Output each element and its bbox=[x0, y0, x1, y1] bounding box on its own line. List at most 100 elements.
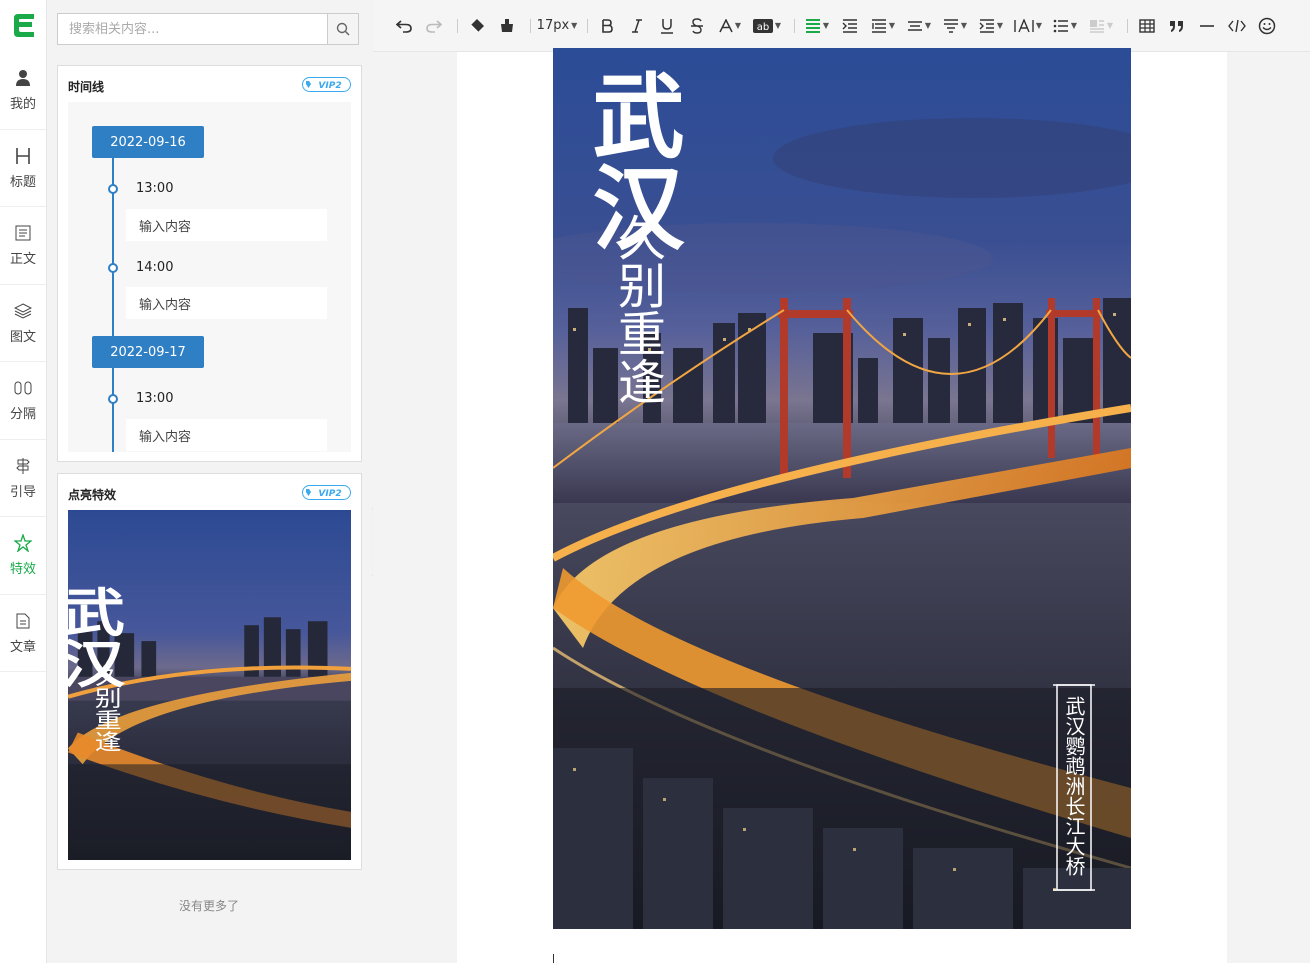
format-painter-button[interactable] bbox=[494, 13, 520, 39]
letter-spacing-icon bbox=[1014, 18, 1034, 32]
text-block-icon bbox=[13, 223, 33, 243]
eraser-icon bbox=[470, 18, 484, 32]
content-box: 输入内容 bbox=[126, 287, 327, 319]
float-image-button[interactable]: ▼ bbox=[1085, 13, 1117, 39]
nav-label: 分隔 bbox=[9, 407, 36, 423]
bold-icon bbox=[602, 18, 613, 33]
caret-down-icon: ▼ bbox=[1070, 21, 1078, 30]
bold-button[interactable] bbox=[594, 13, 620, 39]
highlight-button[interactable]: ab ▼ bbox=[750, 13, 784, 39]
caret-down-icon: ▼ bbox=[774, 21, 782, 30]
time-label: 14:00 bbox=[136, 260, 174, 275]
vertical-spacing-button[interactable]: ▼ bbox=[939, 13, 971, 39]
svg-text:VIP2: VIP2 bbox=[318, 81, 341, 91]
caret-down-icon: ▼ bbox=[960, 21, 968, 30]
timeline-line bbox=[112, 152, 114, 452]
svg-text:ab: ab bbox=[757, 22, 769, 33]
font-color-button[interactable]: ▼ bbox=[714, 13, 746, 39]
nav-item-article[interactable]: 文章 bbox=[0, 595, 46, 672]
nav-item-guide[interactable]: 引导 bbox=[0, 440, 46, 517]
nav-label: 图文 bbox=[9, 329, 36, 345]
text-indent-button[interactable]: ▼ bbox=[975, 13, 1007, 39]
quote-button[interactable] bbox=[1164, 13, 1190, 39]
card-title: 点亮特效 bbox=[68, 488, 117, 502]
align-button[interactable]: ▼ bbox=[801, 13, 833, 39]
strikethrough-button[interactable] bbox=[684, 13, 710, 39]
search-button[interactable] bbox=[327, 14, 358, 44]
paragraph-spacing-button[interactable]: ▼ bbox=[867, 13, 899, 39]
font-size-select[interactable]: 17px ▼ bbox=[537, 13, 578, 39]
date-tag: 2022-09-17 bbox=[92, 336, 204, 368]
effect-template-card[interactable]: 点亮特效 VIP2 武汉 久别重逢 bbox=[57, 473, 362, 870]
table-button[interactable] bbox=[1134, 13, 1160, 39]
nav-item-divider[interactable]: 分隔 bbox=[0, 362, 46, 440]
search-icon bbox=[336, 22, 350, 36]
nav-item-effects[interactable]: 特效 bbox=[0, 517, 46, 595]
format-painter-icon bbox=[501, 18, 513, 32]
emoji-icon bbox=[1258, 17, 1276, 34]
nav-item-heading[interactable]: 标题 bbox=[0, 130, 46, 207]
content-box: 输入内容 bbox=[126, 209, 327, 241]
time-dot bbox=[108, 394, 118, 404]
underline-icon bbox=[661, 18, 673, 34]
clear-format-button[interactable] bbox=[464, 13, 490, 39]
card-title: 时间线 bbox=[68, 80, 105, 94]
letter-spacing-button[interactable]: ▼ bbox=[1011, 13, 1045, 39]
vertical-spacing-icon bbox=[943, 18, 958, 33]
caret-down-icon: ▼ bbox=[924, 21, 932, 30]
editor-area: 武汉 久别重逢 武汉鹦鹉洲长江大桥 bbox=[373, 48, 1310, 963]
undo-button[interactable] bbox=[391, 13, 417, 39]
poster-caption: 武汉鹦鹉洲长江大桥 bbox=[1062, 696, 1086, 876]
indent-icon bbox=[842, 18, 857, 33]
effect-preview-image: 武汉 久别重逢 bbox=[68, 510, 351, 860]
poster-image[interactable]: 武汉 久别重逢 武汉鹦鹉洲长江大桥 bbox=[553, 48, 1131, 929]
left-nav: 我的 标题 正文 图文 分隔 引导 特效 文章 bbox=[0, 0, 47, 963]
italic-button[interactable] bbox=[624, 13, 650, 39]
divider-icon bbox=[13, 378, 33, 398]
underline-button[interactable] bbox=[654, 13, 680, 39]
text-cursor bbox=[553, 954, 554, 963]
svg-text:VIP2: VIP2 bbox=[318, 489, 341, 499]
app-logo[interactable] bbox=[0, 0, 46, 52]
no-more-text: 没有更多了 bbox=[178, 899, 239, 913]
code-view-button[interactable] bbox=[1224, 13, 1250, 39]
strikethrough-icon bbox=[691, 17, 703, 34]
nav-label: 正文 bbox=[9, 252, 36, 268]
vip-badge-icon: VIP2 bbox=[302, 77, 351, 92]
caret-down-icon: ▼ bbox=[734, 21, 742, 30]
heading-icon bbox=[13, 146, 33, 166]
nav-item-mine[interactable]: 我的 bbox=[0, 52, 46, 130]
paragraph-spacing-icon bbox=[871, 18, 886, 33]
timeline-template-card[interactable]: 时间线 VIP2 2022-09-16 13:00 输入内容 14:00 输入内… bbox=[57, 65, 362, 462]
nav-label: 我的 bbox=[9, 97, 36, 113]
emoji-button[interactable] bbox=[1254, 13, 1280, 39]
caret-down-icon: ▼ bbox=[888, 21, 896, 30]
content-box: 输入内容 bbox=[126, 419, 327, 451]
nav-item-image-text[interactable]: 图文 bbox=[0, 285, 46, 362]
user-icon bbox=[13, 68, 33, 88]
search-box bbox=[57, 13, 359, 45]
editor-toolbar: 17px ▼ ▼ ab ▼ ▼ ▼ ▼ ▼ ▼ ▼ ▼ ▼ bbox=[373, 0, 1310, 52]
font-color-icon bbox=[719, 18, 733, 32]
line-height-icon bbox=[907, 20, 922, 31]
poster-illustration: 武汉 久别重逢 武汉鹦鹉洲长江大桥 bbox=[553, 48, 1131, 929]
indent-button[interactable] bbox=[837, 13, 863, 39]
search-input[interactable] bbox=[58, 14, 327, 44]
toolbar-separator bbox=[587, 18, 588, 33]
toolbar-separator bbox=[457, 18, 458, 33]
redo-icon bbox=[426, 19, 442, 33]
line-height-button[interactable]: ▼ bbox=[903, 13, 935, 39]
toolbar-separator bbox=[1127, 18, 1128, 33]
nav-label: 文章 bbox=[9, 639, 36, 655]
redo-button[interactable] bbox=[421, 13, 447, 39]
nav-item-body-text[interactable]: 正文 bbox=[0, 207, 46, 285]
float-image-icon bbox=[1089, 19, 1104, 33]
layers-icon bbox=[13, 301, 33, 321]
list-button[interactable]: ▼ bbox=[1049, 13, 1081, 39]
horizontal-rule-button[interactable] bbox=[1194, 13, 1220, 39]
nav-label: 引导 bbox=[9, 484, 36, 500]
italic-icon bbox=[632, 18, 642, 33]
nav-label: 特效 bbox=[9, 562, 36, 578]
editor-page[interactable]: 武汉 久别重逢 武汉鹦鹉洲长江大桥 bbox=[457, 48, 1227, 963]
caret-down-icon: ▼ bbox=[822, 21, 830, 30]
